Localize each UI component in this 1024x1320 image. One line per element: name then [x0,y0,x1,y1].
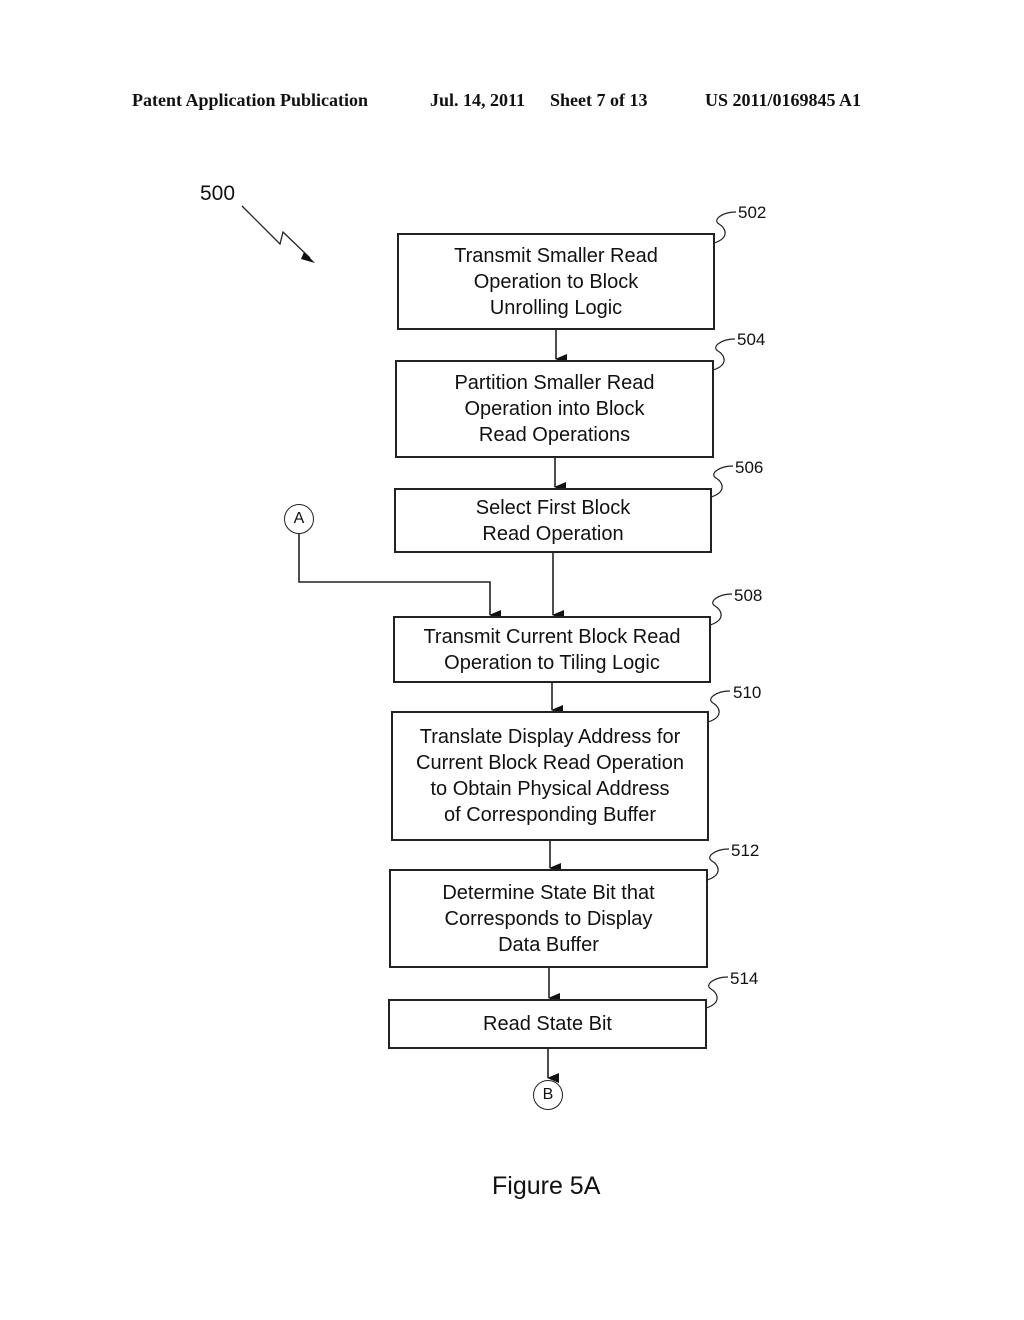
step-text-504: Partition Smaller Read Operation into Bl… [454,372,655,446]
leader-514 [705,976,729,1009]
leader-512 [706,848,730,881]
connector-a: A [284,504,314,534]
leader-508 [709,593,733,626]
figure-pointer-arrowhead [301,252,315,263]
step-text-510: Translate Display Address for Current Bl… [416,726,684,826]
step-text-508: Transmit Current Block Read Operation to… [423,625,681,674]
step-box-508: Transmit Current Block Read Operation to… [393,616,711,683]
step-text-506: Select First Block Read Operation [475,496,631,545]
connector-b-label: B [542,1086,554,1103]
leader-506 [710,465,734,498]
connector-b: B [533,1080,563,1110]
step-box-510: Translate Display Address for Current Bl… [391,711,709,841]
step-box-512: Determine State Bit that Corresponds to … [389,869,708,968]
leader-510 [707,690,731,723]
leader-504 [712,338,736,371]
step-box-504: Partition Smaller Read Operation into Bl… [395,360,714,458]
step-box-514: Read State Bit [388,999,707,1049]
figure-caption: Figure 5A [492,1172,601,1200]
leader-502 [713,211,737,244]
step-text-502: Transmit Smaller Read Operation to Block… [454,244,658,319]
step-ref-514: 514 [730,969,759,988]
connector-a-label: A [293,510,305,527]
step-ref-504: 504 [737,330,766,349]
step-ref-506: 506 [735,458,764,477]
step-ref-510: 510 [733,683,762,702]
figure-pointer-arrow [241,205,311,259]
step-box-502: Transmit Smaller Read Operation to Block… [397,233,715,330]
step-text-512: Determine State Bit that Corresponds to … [442,881,655,956]
step-box-506: Select First Block Read Operation [394,488,712,553]
step-ref-508: 508 [734,586,763,605]
step-text-514: Read State Bit [483,1013,612,1035]
step-ref-502: 502 [738,203,767,222]
step-ref-512: 512 [731,841,760,860]
